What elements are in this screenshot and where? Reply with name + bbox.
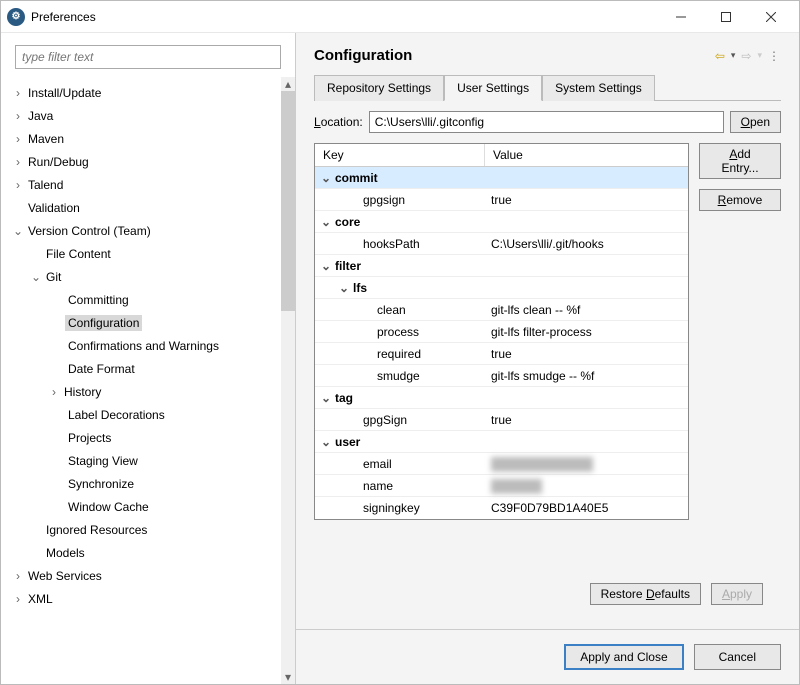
row-filter[interactable]: ⌄filter [315,255,688,277]
minimize-button[interactable] [658,2,703,32]
row-commit[interactable]: ⌄commit [315,167,688,189]
titlebar: ⚙ Preferences [1,1,799,33]
page-title: Configuration [314,47,715,64]
chevron-down-icon: ⌄ [319,391,333,405]
cancel-button[interactable]: Cancel [694,644,781,670]
back-dropdown-icon[interactable]: ▾ [731,50,736,61]
tree-item-window-cache[interactable]: Window Cache [1,495,281,518]
chevron-down-icon: ⌄ [319,215,333,229]
tree-item-validation[interactable]: Validation [1,196,281,219]
tree-item-synchronize[interactable]: Synchronize [1,472,281,495]
tree-item-configuration[interactable]: Configuration [1,311,281,334]
chevron-down-icon: ⌄ [11,224,25,238]
tree-item-history[interactable]: ›History [1,380,281,403]
app-icon: ⚙ [7,8,25,26]
apply-button[interactable]: Apply [711,583,763,605]
back-arrow-icon[interactable]: ⇦ [715,49,725,63]
tree-item-web-services[interactable]: ›Web Services [1,564,281,587]
preference-tree[interactable]: ›Install/Update ›Java ›Maven ›Run/Debug … [1,77,281,684]
row-lfs-clean[interactable]: cleangit-lfs clean -- %f [315,299,688,321]
tree-item-projects[interactable]: Projects [1,426,281,449]
chevron-right-icon: › [11,569,25,583]
chevron-right-icon: › [11,132,25,146]
tree-item-version-control[interactable]: ⌄Version Control (Team) [1,219,281,242]
tree-item-git[interactable]: ⌄Git [1,265,281,288]
row-core[interactable]: ⌄core [315,211,688,233]
column-key[interactable]: Key [315,144,485,166]
row-user-signingkey[interactable]: signingkeyC39F0D79BD1A40E5 [315,497,688,519]
chevron-right-icon: › [11,86,25,100]
location-label: Location: [314,115,363,129]
filter-input[interactable] [15,45,281,69]
chevron-right-icon: › [11,109,25,123]
tree-item-install-update[interactable]: ›Install/Update [1,81,281,104]
close-button[interactable] [748,2,793,32]
restore-defaults-button[interactable]: Restore Defaults [590,583,701,605]
tree-item-xml[interactable]: ›XML [1,587,281,610]
settings-pane: Configuration ⇦ ▾ ⇨ ▾ ⋮ Repository Setti… [296,33,799,684]
tree-item-ignored-resources[interactable]: Ignored Resources [1,518,281,541]
row-tag-gpgsign[interactable]: gpgSigntrue [315,409,688,431]
scroll-down-icon[interactable]: ▾ [285,670,291,684]
settings-tabs: Repository Settings User Settings System… [314,74,781,101]
tree-item-label-decorations[interactable]: Label Decorations [1,403,281,426]
tree-item-committing[interactable]: Committing [1,288,281,311]
column-value[interactable]: Value [485,144,688,166]
preference-tree-pane: ›Install/Update ›Java ›Maven ›Run/Debug … [1,33,296,684]
tab-repository-settings[interactable]: Repository Settings [314,75,444,101]
tree-item-confirmations[interactable]: Confirmations and Warnings [1,334,281,357]
tree-scrollbar[interactable]: ▴ ▾ [281,77,295,684]
forward-arrow-icon[interactable]: ⇨ [741,49,751,63]
row-user-email[interactable]: email████████████ [315,453,688,475]
tree-item-file-content[interactable]: File Content [1,242,281,265]
open-button[interactable]: Open [730,111,781,133]
forward-dropdown-icon[interactable]: ▾ [757,50,762,61]
row-lfs-process[interactable]: processgit-lfs filter-process [315,321,688,343]
tree-item-date-format[interactable]: Date Format [1,357,281,380]
window-title: Preferences [31,10,658,24]
tab-system-settings[interactable]: System Settings [542,75,655,101]
tree-item-java[interactable]: ›Java [1,104,281,127]
row-filter-lfs[interactable]: ⌄lfs [315,277,688,299]
tree-item-models[interactable]: Models [1,541,281,564]
row-tag[interactable]: ⌄tag [315,387,688,409]
tab-user-settings[interactable]: User Settings [444,75,542,101]
tree-item-rundebug[interactable]: ›Run/Debug [1,150,281,173]
chevron-right-icon: › [47,385,61,399]
scroll-up-icon[interactable]: ▴ [285,77,291,91]
row-lfs-smudge[interactable]: smudgegit-lfs smudge -- %f [315,365,688,387]
remove-button[interactable]: Remove [699,189,781,211]
row-user-name[interactable]: name██████ [315,475,688,497]
config-table[interactable]: Key Value ⌄commit gpgsigntrue ⌄core hook… [314,143,689,520]
row-commit-gpgsign[interactable]: gpgsigntrue [315,189,688,211]
chevron-down-icon: ⌄ [337,281,351,295]
tree-item-talend[interactable]: ›Talend [1,173,281,196]
chevron-down-icon: ⌄ [29,270,43,284]
tree-item-maven[interactable]: ›Maven [1,127,281,150]
chevron-right-icon: › [11,178,25,192]
chevron-down-icon: ⌄ [319,259,333,273]
row-lfs-required[interactable]: requiredtrue [315,343,688,365]
chevron-right-icon: › [11,155,25,169]
location-input[interactable] [369,111,724,133]
chevron-down-icon: ⌄ [319,171,333,185]
row-core-hookspath[interactable]: hooksPathC:\Users\lli/.git/hooks [315,233,688,255]
add-entry-button[interactable]: Add Entry... [699,143,781,179]
row-user[interactable]: ⌄user [315,431,688,453]
tree-item-staging-view[interactable]: Staging View [1,449,281,472]
scroll-thumb[interactable] [281,91,295,311]
maximize-button[interactable] [703,2,748,32]
view-menu-icon[interactable]: ⋮ [768,49,781,63]
apply-and-close-button[interactable]: Apply and Close [564,644,683,670]
chevron-down-icon: ⌄ [319,435,333,449]
chevron-right-icon: › [11,592,25,606]
